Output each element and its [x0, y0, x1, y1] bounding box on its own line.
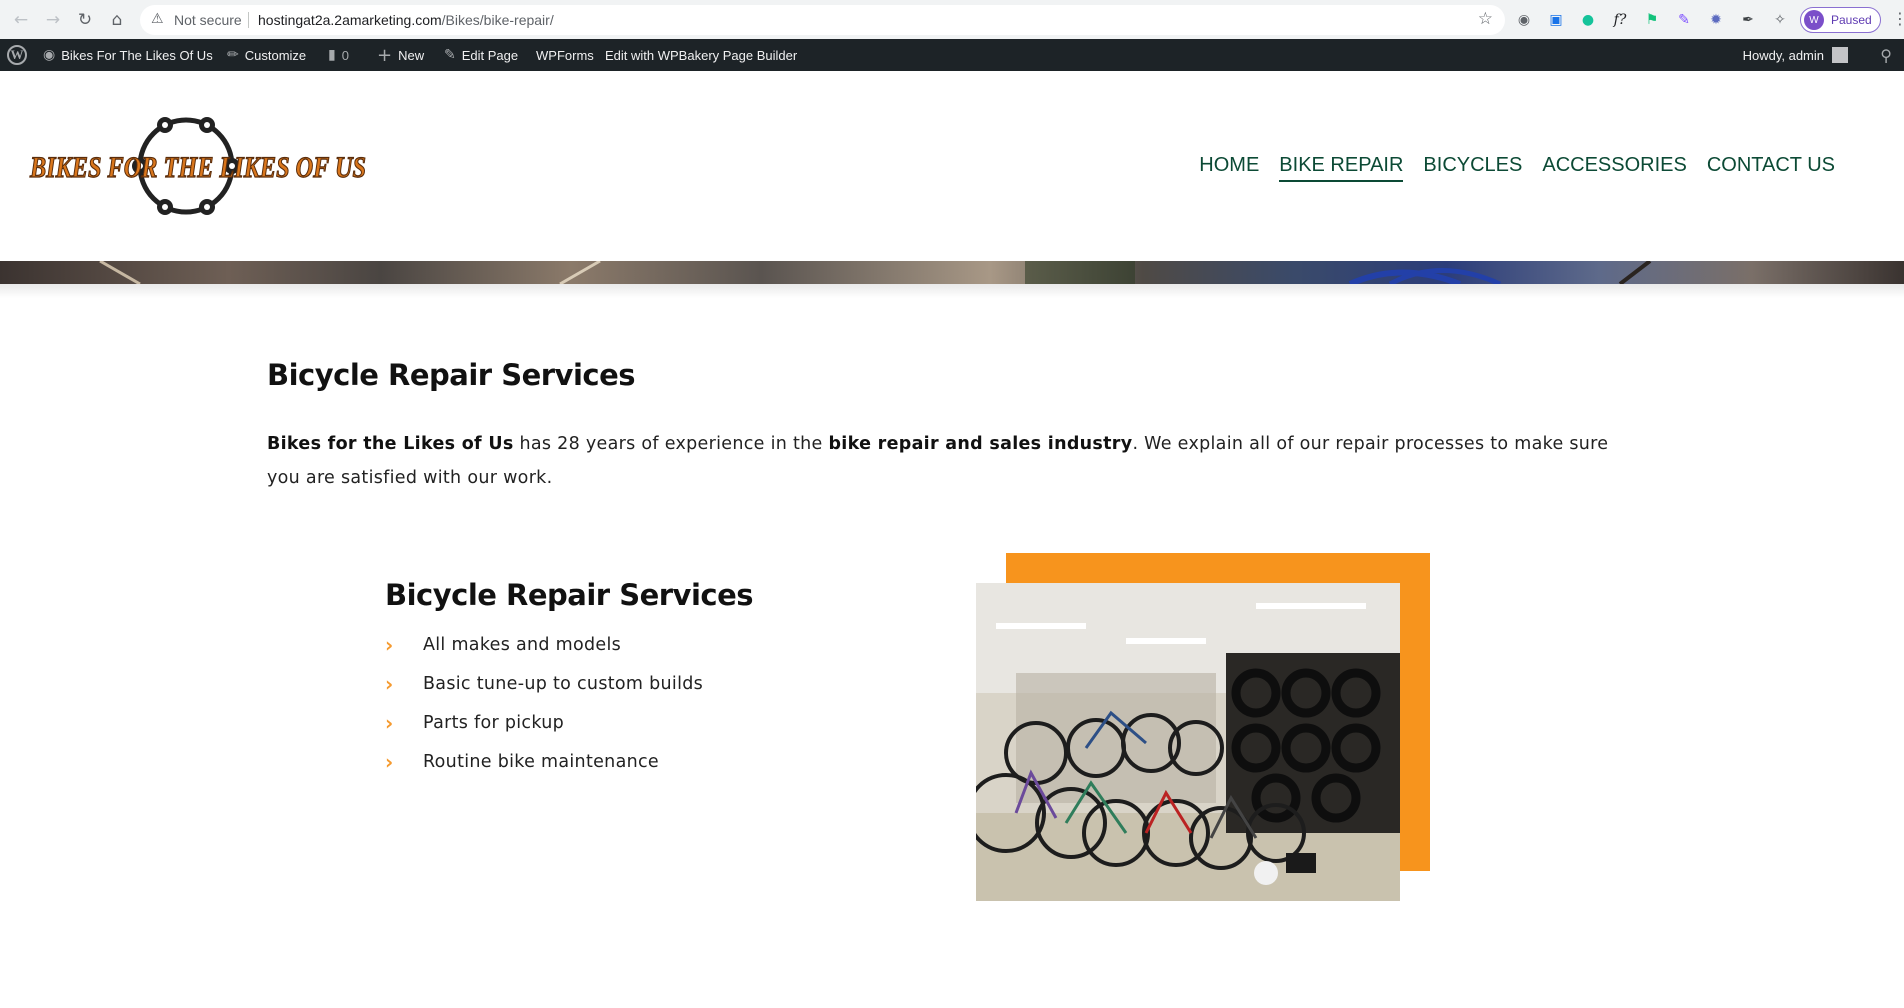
pen-extension-icon[interactable]: ✎: [1674, 10, 1694, 30]
section-title: Bicycle Repair Services: [385, 578, 754, 612]
comments-link[interactable]: ▮ 0: [328, 39, 349, 71]
admin-search-icon[interactable]: ⚲: [1880, 39, 1892, 71]
wpbakery-label: Edit with WPBakery Page Builder: [605, 47, 798, 63]
hero-banner-detail: [99, 261, 1652, 284]
edit-page-link[interactable]: ✎ Edit Page: [444, 39, 518, 71]
back-icon[interactable]: ←: [10, 9, 32, 31]
intro-highlight: bike repair and sales industry: [828, 434, 1133, 454]
url-host: hostingat2a.2amarketing.com: [258, 12, 442, 28]
home-icon[interactable]: ⌂: [106, 9, 128, 31]
address-separator: [248, 12, 249, 28]
service-label: All makes and models: [423, 634, 622, 655]
flag-extension-icon[interactable]: ⚑: [1642, 10, 1662, 30]
list-item: › Routine bike maintenance: [385, 742, 703, 781]
customize-link[interactable]: ✏ Customize: [227, 39, 306, 71]
services-list: › All makes and models › Basic tune-up to …: [385, 625, 703, 781]
profile-button[interactable]: W Paused: [1800, 7, 1881, 33]
main-navigation: HOME BIKE REPAIR BICYCLES ACCESSORIES CO…: [1189, 152, 1845, 182]
chevron-right-icon: ›: [385, 710, 394, 735]
chevron-right-icon: ›: [385, 671, 394, 696]
comment-bubble-icon: ▮: [328, 47, 336, 63]
bike-shop-illustration: [976, 583, 1400, 901]
service-label: Parts for pickup: [423, 712, 565, 733]
chevron-right-icon: ›: [385, 632, 394, 657]
dashboard-icon: ◉: [43, 47, 56, 63]
list-item: › Basic tune-up to custom builds: [385, 664, 703, 703]
new-content-link[interactable]: + New: [377, 39, 424, 71]
my-account-link[interactable]: Howdy, admin: [1743, 39, 1848, 71]
wpbakery-link[interactable]: Edit with WPBakery Page Builder: [605, 39, 797, 71]
warning-icon: ⚠: [151, 11, 164, 27]
comments-count: 0: [341, 47, 349, 63]
puzzle-icon[interactable]: ✧: [1770, 10, 1790, 30]
brush-icon: ✏: [227, 47, 239, 63]
bookmark-star-icon[interactable]: ☆: [1478, 9, 1493, 29]
font-finder-icon[interactable]: f?: [1610, 10, 1630, 30]
edit-page-label: Edit Page: [461, 47, 519, 63]
bike-shop-photo: [976, 583, 1400, 901]
url-text[interactable]: hostingat2a.2amarketing.com/Bikes/bike-r…: [258, 12, 554, 28]
customize-label: Customize: [244, 47, 307, 63]
grammarly-icon[interactable]: ●: [1578, 10, 1598, 30]
page-title: Bicycle Repair Services: [267, 358, 636, 392]
menu-kebab-icon[interactable]: ⋮: [1892, 9, 1904, 28]
browser-toolbar: ← → ↻ ⌂ ⚠ Not secure hostingat2a.2amarke…: [0, 0, 1904, 39]
profile-status: Paused: [1831, 13, 1872, 27]
wordpress-logo-icon: W: [7, 45, 27, 65]
wpforms-link[interactable]: WPForms: [536, 39, 594, 71]
profile-avatar: W: [1804, 10, 1824, 30]
url-path: /Bikes/bike-repair/: [441, 12, 554, 28]
chevron-right-icon: ›: [385, 749, 394, 774]
intro-paragraph: Bikes for the Likes of Us has 28 years o…: [267, 427, 1647, 495]
site-name-label: Bikes For The Likes Of Us: [61, 47, 213, 63]
site-name-link[interactable]: ◉ Bikes For The Likes Of Us: [43, 39, 213, 71]
extension-box-icon[interactable]: ▣: [1546, 10, 1566, 30]
address-bar[interactable]: ⚠ Not secure hostingat2a.2amarketing.com…: [140, 5, 1505, 35]
wp-admin-bar: W ◉ Bikes For The Likes Of Us ✏ Customiz…: [0, 39, 1904, 71]
list-item: › Parts for pickup: [385, 703, 703, 742]
nav-accessories[interactable]: ACCESSORIES: [1532, 152, 1696, 182]
wp-logo-button[interactable]: W: [7, 39, 27, 71]
nav-bike-repair[interactable]: BIKE REPAIR: [1269, 152, 1413, 182]
camera-icon[interactable]: ◉: [1514, 10, 1534, 30]
logo-text: BIKES FOR THE LIKES OF US: [29, 151, 366, 184]
intro-text-1: has 28 years of experience in the: [513, 434, 829, 454]
pencil-icon: ✎: [444, 47, 456, 63]
service-label: Routine bike maintenance: [423, 751, 659, 772]
plus-icon: +: [377, 44, 393, 66]
reload-icon[interactable]: ↻: [74, 9, 96, 31]
hero-banner-image: [0, 261, 1904, 284]
hero-shadow: [0, 284, 1904, 298]
service-label: Basic tune-up to custom builds: [423, 673, 704, 694]
howdy-label: Howdy, admin: [1742, 47, 1824, 63]
new-label: New: [398, 47, 425, 63]
nav-contact-us[interactable]: CONTACT US: [1697, 152, 1845, 182]
site-logo[interactable]: BIKES FOR THE LIKES OF US: [28, 111, 368, 221]
nav-home[interactable]: HOME: [1189, 152, 1269, 182]
intro-brand: Bikes for the Likes of Us: [267, 434, 514, 454]
admin-avatar: [1832, 47, 1848, 63]
security-label: Not secure: [174, 12, 242, 28]
wpforms-label: WPForms: [536, 47, 594, 63]
list-item: › All makes and models: [385, 625, 703, 664]
forward-icon[interactable]: →: [42, 9, 64, 31]
nav-bicycles[interactable]: BICYCLES: [1413, 152, 1532, 182]
eyedropper-icon[interactable]: ✒: [1738, 10, 1758, 30]
gear-extension-icon[interactable]: ✹: [1706, 10, 1726, 30]
